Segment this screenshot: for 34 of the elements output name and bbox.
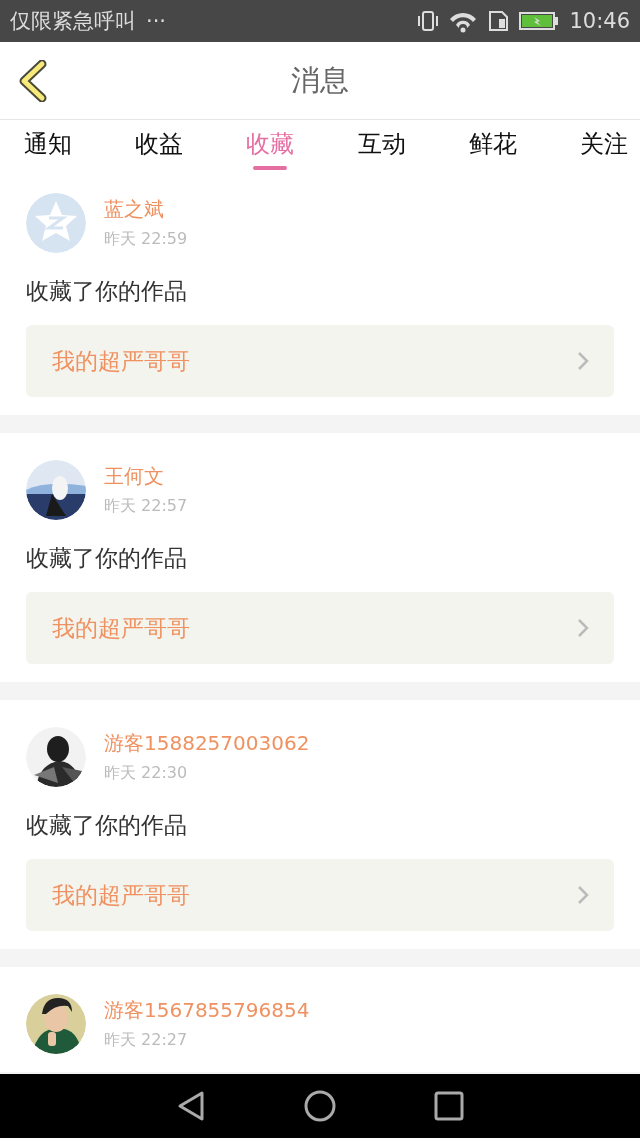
back-icon[interactable] — [176, 1090, 206, 1122]
work-link[interactable]: 我的超严哥哥 — [26, 592, 614, 664]
user-name[interactable]: 游客1567855796854 — [104, 997, 310, 1024]
message-text: 收藏了你的作品 — [26, 544, 188, 573]
timestamp: 昨天 22:57 — [104, 496, 188, 517]
tab[interactable]: 鲜花 — [468, 120, 517, 176]
tab[interactable]: 互动 — [357, 120, 406, 176]
tab[interactable]: 收藏 — [246, 120, 295, 176]
message-text: 收藏了你的作品 — [26, 811, 188, 840]
user-name[interactable]: 蓝之斌 — [104, 196, 188, 223]
home-icon[interactable] — [304, 1090, 336, 1122]
sim-card-icon — [488, 10, 510, 32]
vibrate-icon — [418, 10, 439, 32]
chevron-right-icon — [576, 351, 590, 371]
message-text: 收藏了你的作品 — [26, 277, 188, 306]
carrier-text: 仅限紧急呼叫 — [10, 8, 136, 35]
default-avatar-icon — [26, 193, 86, 253]
timestamp: 昨天 22:59 — [104, 229, 188, 250]
work-link[interactable]: 我的超严哥哥 — [26, 325, 614, 397]
more-text: ··· — [146, 9, 167, 33]
tab[interactable]: 通知 — [24, 120, 72, 176]
chevron-right-icon — [576, 885, 590, 905]
battery-icon — [519, 11, 560, 31]
page-title: 消息 — [291, 61, 349, 99]
recent-apps-icon[interactable] — [434, 1091, 464, 1121]
timestamp: 昨天 22:27 — [104, 1030, 189, 1051]
user-name[interactable]: 游客1588257003062 — [104, 730, 310, 757]
chevron-right-icon — [576, 618, 590, 638]
clock-text: 10:46 — [569, 9, 630, 33]
timestamp: 昨天 22:30 — [104, 763, 189, 784]
user-name[interactable]: 王何文 — [104, 463, 188, 490]
tab[interactable]: 收益 — [135, 120, 184, 176]
work-link[interactable]: 我的超严哥哥 — [26, 859, 614, 931]
tab[interactable]: 关注 — [579, 120, 628, 176]
